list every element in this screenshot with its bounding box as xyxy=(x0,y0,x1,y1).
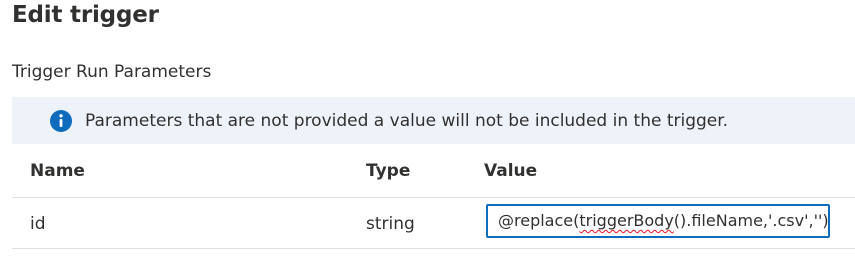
column-header-name: Name xyxy=(30,161,85,181)
column-header-value: Value xyxy=(484,161,538,181)
info-message-bar: Parameters that are not provided a value… xyxy=(12,97,855,144)
parameters-table-header: Name Type Value xyxy=(12,145,855,198)
value-text-prefix: @replace( xyxy=(498,211,580,230)
page-title: Edit trigger xyxy=(12,2,159,28)
section-label-trigger-run-parameters: Trigger Run Parameters xyxy=(12,62,212,82)
table-row: id string @replace(triggerBody().fileNam… xyxy=(12,198,855,249)
value-text-spellcheck-flagged: triggerBody xyxy=(579,211,674,230)
info-message-text: Parameters that are not provided a value… xyxy=(85,110,729,131)
parameter-value-input[interactable]: @replace(triggerBody().fileName,'.csv','… xyxy=(486,204,830,238)
info-icon xyxy=(49,109,73,133)
column-header-type: Type xyxy=(366,161,411,181)
parameter-type-cell: string xyxy=(366,214,415,234)
value-text-suffix: ().fileName,'.csv','') xyxy=(673,211,829,230)
parameter-name-cell: id xyxy=(30,214,46,234)
